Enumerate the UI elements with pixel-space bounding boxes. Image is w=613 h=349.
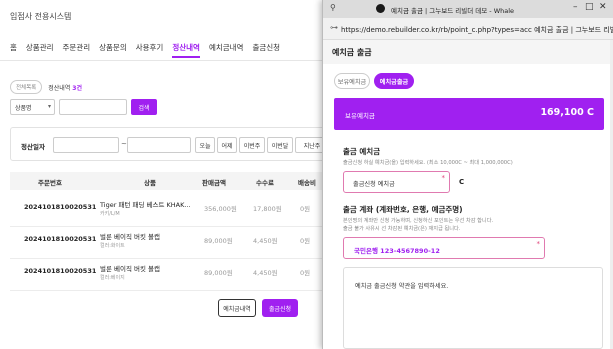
tab-deposit-withdraw[interactable]: 예치금출금: [374, 73, 414, 89]
fee-amount: 4,450원: [253, 269, 278, 277]
nav-products[interactable]: 상품관리: [26, 42, 54, 58]
search-row: 상품명 검색: [10, 99, 157, 115]
table-row[interactable]: 2024101810020531 벌룬 베이직 버킷 볼캡 컬러:베이지 89,…: [10, 254, 330, 291]
withdraw-request-button[interactable]: 출금신청: [262, 299, 298, 317]
shipping-fee: 0원: [300, 237, 311, 245]
product-name: 벌룬 베이직 버킷 볼캡: [100, 233, 161, 241]
sale-amount: 356,000원: [204, 205, 237, 213]
sale-amount: 89,000원: [204, 237, 233, 245]
date-filter: 정산일자 ~ 오늘 어제 이번주 이번달 지난주: [10, 127, 330, 161]
required-mark: *: [441, 174, 446, 182]
fee-amount: 17,800원: [253, 205, 282, 213]
nav-withdraw[interactable]: 출금신청: [252, 42, 280, 58]
order-no: 2024101810020531: [24, 267, 97, 275]
order-no: 2024101810020531: [24, 235, 97, 243]
product-option: 카키/L/M: [100, 211, 120, 217]
nav-reviews[interactable]: 사용후기: [136, 42, 164, 58]
result-count: 정산내역 3건: [48, 83, 82, 92]
quick-this-month-button[interactable]: 이번달: [267, 137, 293, 153]
terms-placeholder: 예치금 출금신청 약관을 입력하세요.: [355, 283, 449, 290]
quick-today-button[interactable]: 오늘: [195, 137, 215, 153]
date-separator: ~: [121, 140, 127, 148]
balance-bar: 보유예치금 169,100 C: [334, 98, 604, 130]
sale-amount: 89,000원: [204, 269, 233, 277]
nav-inquiries[interactable]: 상품문의: [99, 42, 127, 58]
window-title: 예치금 출금 | 그누보드 리빌더 데모 - Whale: [391, 7, 515, 15]
url-text: https://demo.rebuilder.co.kr/rb/point_c.…: [341, 26, 613, 34]
col-fee: 수수료: [256, 179, 274, 187]
balance-value: 169,100 C: [540, 107, 594, 118]
brand-title: 입점사 전용시스템: [10, 12, 72, 21]
shipping-fee: 0원: [300, 205, 311, 213]
product-option: 컬러:베이지: [100, 275, 125, 281]
withdraw-amount-desc: 출금신청 하실 예치금(을) 입력하세요. (최소 10,000C ~ 최대 1…: [343, 160, 513, 166]
nav-home[interactable]: 홈: [10, 42, 17, 58]
product-name: 벌룬 베이직 버킷 볼캡: [100, 265, 161, 273]
shipping-fee: 0원: [300, 269, 311, 277]
nav-deposit[interactable]: 예치금내역: [209, 42, 244, 58]
whale-browser-icon: [376, 4, 385, 13]
account-desc-2: 출금 불가 사유시 선 차감된 예치금(은) 재지급 됩니다.: [343, 226, 461, 232]
nav-orders[interactable]: 주문관리: [63, 42, 91, 58]
amount-unit: C: [459, 178, 465, 186]
search-field-select[interactable]: 상품명: [10, 99, 55, 115]
result-count-label: 정산내역: [48, 84, 71, 92]
required-mark: *: [536, 240, 541, 248]
withdraw-amount-title: 출금 예치금: [343, 147, 381, 156]
account-title: 출금 계좌 (계좌번호, 은행, 예금주명): [343, 205, 463, 214]
date-start-input[interactable]: [53, 137, 119, 153]
result-count-value: 3건: [72, 84, 82, 92]
col-amount: 판매금액: [202, 179, 226, 187]
product-name: Tiger 패턴 패딩 베스트 KHAK...: [100, 201, 191, 209]
account-input[interactable]: 국민은행 123-4567890-12 *: [343, 237, 545, 259]
balance-label: 보유예치금: [345, 112, 375, 120]
order-no: 2024101810020531: [24, 203, 97, 211]
all-list-chip[interactable]: 전체목록: [10, 80, 43, 94]
terms-textarea[interactable]: 예치금 출금신청 약관을 입력하세요.: [343, 267, 603, 349]
search-input[interactable]: [59, 99, 127, 115]
withdraw-amount-input[interactable]: 출금신청 예치금 *: [343, 171, 450, 193]
nav-divider: [0, 60, 330, 61]
lock-icon[interactable]: ⊶: [330, 23, 338, 32]
tab-deposit-balance[interactable]: 보유예치금: [334, 73, 370, 89]
pin-icon[interactable]: ⚲: [330, 3, 336, 12]
date-end-input[interactable]: [127, 137, 191, 153]
product-option: 컬러:화이트: [100, 243, 125, 249]
date-label: 정산일자: [21, 143, 45, 151]
minimize-icon[interactable]: –: [573, 2, 578, 12]
quick-this-week-button[interactable]: 이번주: [239, 137, 265, 153]
withdraw-amount-placeholder: 출금신청 예치금: [353, 181, 395, 188]
account-value: 국민은행 123-4567890-12: [354, 247, 440, 255]
maximize-icon[interactable]: □: [585, 2, 594, 12]
filter-row: 전체목록 정산내역 3건: [10, 80, 82, 94]
nav-settlement[interactable]: 정산내역: [172, 42, 200, 58]
table-header: 주문번호 상품 판매금액 수수료 배송비: [10, 172, 330, 190]
account-desc-1: 본인명의 계좌만 신청 가능하며, 신청하신 포인트는 우선 차감 합니다.: [343, 218, 494, 224]
popup-header: 예치금 출금: [323, 40, 613, 64]
col-product: 상품: [144, 179, 156, 187]
window-titlebar: ⚲ 예치금 출금 | 그누보드 리빌더 데모 - Whale – □ ✕: [323, 0, 613, 18]
quick-yesterday-button[interactable]: 어제: [217, 137, 237, 153]
search-button[interactable]: 검색: [131, 99, 157, 115]
address-bar[interactable]: ⊶ https://demo.rebuilder.co.kr/rb/point_…: [323, 18, 613, 40]
popup-window: ⚲ 예치금 출금 | 그누보드 리빌더 데모 - Whale – □ ✕ ⊶ h…: [322, 0, 613, 349]
deposit-history-button[interactable]: 예치금내역: [218, 299, 256, 317]
popup-title: 예치금 출금: [332, 48, 372, 57]
close-icon[interactable]: ✕: [599, 2, 607, 12]
col-shipping: 배송비: [298, 179, 316, 187]
col-order-no: 주문번호: [38, 179, 62, 187]
main-nav: 홈 상품관리 주문관리 상품문의 사용후기 정산내역 예치금내역 출금신청: [10, 42, 289, 58]
fee-amount: 4,450원: [253, 237, 278, 245]
